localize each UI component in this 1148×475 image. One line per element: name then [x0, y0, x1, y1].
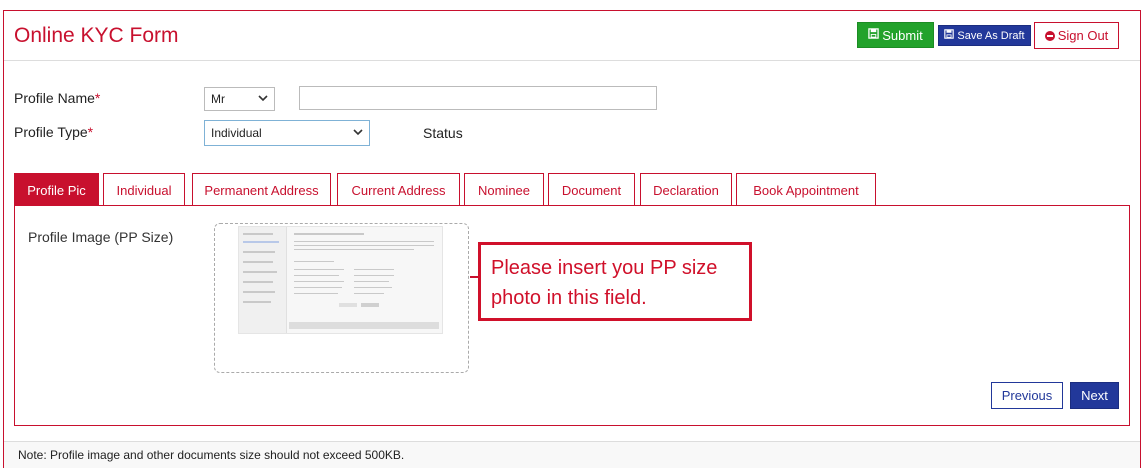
chevron-down-icon	[258, 94, 268, 105]
draft-label: Save As Draft	[957, 29, 1025, 42]
profile-name-input[interactable]	[299, 86, 657, 110]
tab-individual[interactable]: Individual	[103, 173, 185, 206]
sign-out-button[interactable]: Sign Out	[1034, 22, 1119, 49]
chevron-down-icon	[353, 128, 363, 139]
title-select-value: Mr	[211, 92, 225, 106]
tab-book-appointment[interactable]: Book Appointment	[736, 173, 876, 206]
profile-type-select[interactable]: Individual	[204, 120, 370, 146]
save-icon	[868, 28, 879, 42]
tab-permanent-address[interactable]: Permanent Address	[192, 173, 331, 206]
profile-image-label: Profile Image (PP Size)	[28, 229, 174, 245]
callout-annotation: Please insert you PP size photo in this …	[478, 242, 752, 321]
tab-document[interactable]: Document	[548, 173, 635, 206]
profile-image-preview	[238, 226, 443, 334]
save-as-draft-button[interactable]: Save As Draft	[938, 25, 1031, 46]
submit-button[interactable]: Submit	[857, 22, 934, 48]
footer-note: Note: Profile image and other documents …	[4, 441, 1140, 468]
previous-button[interactable]: Previous	[991, 382, 1063, 409]
tab-nominee[interactable]: Nominee	[464, 173, 544, 206]
form-header: Online KYC Form Submit Save As Draft Sig…	[4, 11, 1140, 61]
next-button[interactable]: Next	[1070, 382, 1119, 409]
profile-type-label: Profile Type*	[14, 124, 94, 140]
profile-pic-panel: Profile Image (PP Size) Please insert yo…	[14, 205, 1130, 426]
save-icon	[944, 29, 955, 42]
profile-type-value: Individual	[211, 126, 262, 140]
tab-profile-pic[interactable]: Profile Pic	[14, 173, 99, 206]
profile-name-label: Profile Name*	[14, 90, 101, 106]
tab-current-address[interactable]: Current Address	[337, 173, 460, 206]
title-select[interactable]: Mr	[204, 87, 275, 111]
profile-image-dropzone[interactable]	[214, 223, 469, 373]
page-title: Online KYC Form	[14, 24, 179, 47]
tab-declaration[interactable]: Declaration	[640, 173, 732, 206]
status-label: Status	[423, 125, 463, 141]
kyc-form-container: Online KYC Form Submit Save As Draft Sig…	[3, 10, 1141, 468]
minus-circle-icon	[1044, 30, 1055, 41]
signout-label: Sign Out	[1057, 28, 1109, 43]
preview-footer-bar	[289, 322, 439, 329]
submit-label: Submit	[882, 27, 923, 43]
